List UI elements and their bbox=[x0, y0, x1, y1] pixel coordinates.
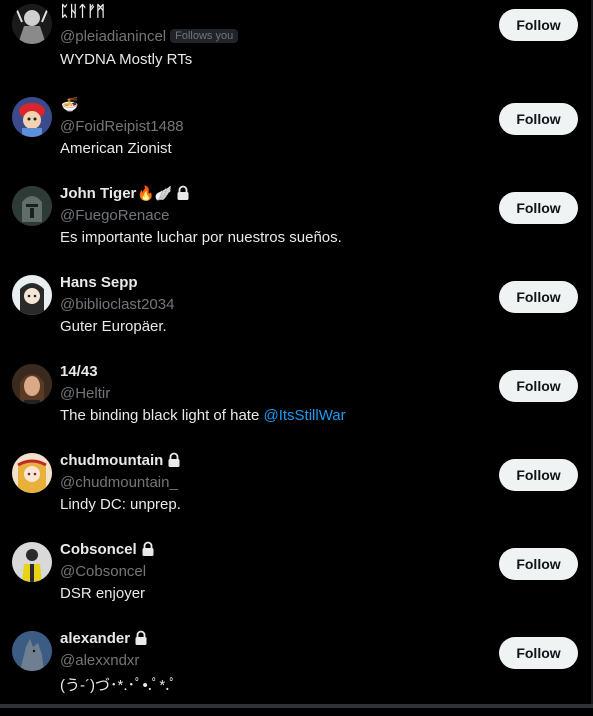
user-handle[interactable]: @FuegoRenace bbox=[60, 207, 169, 224]
user-bio: American Zionist bbox=[60, 140, 172, 157]
user-bio: Lindy DC: unprep. bbox=[60, 496, 181, 513]
handle-line: @pleiadianincel Follows you bbox=[60, 26, 239, 46]
user-bio: (う-´)づ･*.･ﾟ•.ﾟ*.ﾟ bbox=[60, 674, 177, 695]
lock-icon bbox=[176, 185, 190, 201]
name-line: 14/43 bbox=[60, 360, 98, 382]
name-line: ᛈᚺᛏᚠᛗ bbox=[60, 0, 105, 22]
display-name[interactable]: 14/43 bbox=[60, 363, 98, 380]
user-bio: Guter Europäer. bbox=[60, 318, 167, 335]
user-cell[interactable]: chudmountain @chudmountain_ Lindy DC: un… bbox=[0, 449, 593, 538]
user-handle[interactable]: @FoidReipist1488 bbox=[60, 118, 184, 135]
bio-text: Lindy DC: unprep. bbox=[60, 496, 181, 513]
anime-girl-avatar[interactable] bbox=[12, 275, 52, 315]
bio-text: The binding black light of hate bbox=[60, 407, 264, 424]
display-name[interactable]: Hans Sepp bbox=[60, 274, 138, 291]
dark-figure-avatar[interactable] bbox=[12, 4, 52, 44]
user-cell[interactable]: alexander @alexxndxr (う-´)づ･*.･ﾟ•.ﾟ*.ﾟ F… bbox=[0, 627, 593, 716]
bio-text: Guter Europäer. bbox=[60, 318, 167, 335]
user-handle[interactable]: @Cobsoncel bbox=[60, 563, 146, 580]
lock-icon bbox=[141, 541, 155, 557]
user-handle[interactable]: @Heltir bbox=[60, 385, 110, 402]
man-portrait-avatar[interactable] bbox=[12, 364, 52, 404]
name-line: chudmountain bbox=[60, 449, 181, 471]
wolf-avatar[interactable] bbox=[12, 631, 52, 671]
name-line: alexander bbox=[60, 627, 148, 649]
follow-button[interactable]: Follow bbox=[499, 370, 578, 402]
bio-mention-link[interactable]: @ItsStillWar bbox=[263, 407, 345, 424]
display-name[interactable]: chudmountain bbox=[60, 452, 163, 469]
name-line: Cobsoncel bbox=[60, 538, 155, 560]
user-handle[interactable]: @biblioclast2034 bbox=[60, 296, 174, 313]
handle-line: @FuegoRenace bbox=[60, 205, 169, 225]
user-cell[interactable]: Cobsoncel @Cobsoncel DSR enjoyer Follow bbox=[0, 538, 593, 627]
handle-line: @FoidReipist1488 bbox=[60, 116, 184, 136]
follow-button[interactable]: Follow bbox=[499, 281, 578, 313]
name-line: Hans Sepp bbox=[60, 271, 138, 293]
user-handle[interactable]: @chudmountain_ bbox=[60, 474, 178, 491]
bottom-divider bbox=[0, 704, 593, 708]
follow-button[interactable]: Follow bbox=[499, 459, 578, 491]
user-bio: WYDNA Mostly RTs bbox=[60, 51, 192, 68]
user-cell[interactable]: 🍜 @FoidReipist1488 American Zionist Foll… bbox=[0, 93, 593, 182]
follow-button[interactable]: Follow bbox=[499, 9, 578, 41]
user-bio: The binding black light of hate @ItsStil… bbox=[60, 407, 346, 424]
follow-button[interactable]: Follow bbox=[499, 637, 578, 669]
user-handle[interactable]: @alexxndxr bbox=[60, 652, 139, 669]
handle-line: @alexxndxr bbox=[60, 650, 139, 670]
yellow-jacket-avatar[interactable] bbox=[12, 542, 52, 582]
anime-blonde-avatar[interactable] bbox=[12, 453, 52, 493]
handle-line: @Heltir bbox=[60, 383, 110, 403]
bio-text: (う-´)づ･*.･ﾟ•.ﾟ*.ﾟ bbox=[60, 677, 177, 694]
handle-line: @biblioclast2034 bbox=[60, 294, 174, 314]
follow-button[interactable]: Follow bbox=[499, 192, 578, 224]
display-name[interactable]: Cobsoncel bbox=[60, 541, 137, 558]
handle-line: @Cobsoncel bbox=[60, 561, 146, 581]
fire-wing-emoji: 🔥🪽 bbox=[137, 184, 173, 201]
display-name[interactable]: ᛈᚺᛏᚠᛗ bbox=[60, 3, 105, 20]
follows-you-badge: Follows you bbox=[170, 29, 239, 43]
handle-line: @chudmountain_ bbox=[60, 472, 178, 492]
name-line: 🍜 bbox=[60, 93, 78, 115]
follow-button[interactable]: Follow bbox=[499, 103, 578, 135]
display-name[interactable]: alexander bbox=[60, 630, 130, 647]
follow-button[interactable]: Follow bbox=[499, 548, 578, 580]
lock-icon bbox=[167, 452, 181, 468]
user-bio: Es importante luchar por nuestros sueños… bbox=[60, 229, 342, 246]
bio-text: American Zionist bbox=[60, 140, 172, 157]
red-cap-avatar[interactable] bbox=[12, 97, 52, 137]
knight-avatar[interactable] bbox=[12, 186, 52, 226]
user-cell[interactable]: John Tiger 🔥🪽 @FuegoRenace Es importante… bbox=[0, 182, 593, 271]
bio-text: DSR enjoyer bbox=[60, 585, 146, 602]
user-bio: DSR enjoyer bbox=[60, 585, 145, 602]
user-handle[interactable]: @pleiadianincel bbox=[60, 28, 166, 45]
display-name[interactable]: John Tiger bbox=[60, 185, 136, 202]
user-cell[interactable]: Hans Sepp @biblioclast2034 Guter Europäe… bbox=[0, 271, 593, 360]
name-line: John Tiger 🔥🪽 bbox=[60, 182, 190, 204]
user-cell[interactable]: ᛈᚺᛏᚠᛗ @pleiadianincel Follows you WYDNA … bbox=[0, 3, 593, 93]
bio-text: Es importante luchar por nuestros sueños… bbox=[60, 229, 342, 246]
bio-text: WYDNA Mostly RTs bbox=[60, 51, 193, 68]
lock-icon bbox=[134, 630, 148, 646]
ramen-emoji: 🍜 bbox=[61, 95, 79, 112]
user-cell[interactable]: 14/43 @Heltir The binding black light of… bbox=[0, 360, 593, 449]
